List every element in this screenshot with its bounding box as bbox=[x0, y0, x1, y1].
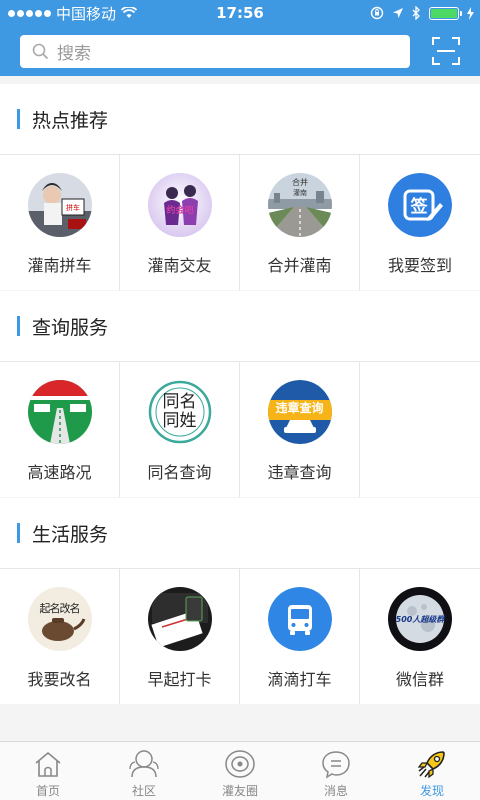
section-title: 生活服务 bbox=[0, 498, 480, 569]
city-road-photo-icon: 合并 灌南 bbox=[267, 173, 332, 237]
grid-item-merge-guannan[interactable]: 合并 灌南 合并灌南 bbox=[240, 155, 360, 290]
grid-item-highway[interactable]: 高速路况 bbox=[0, 362, 120, 497]
search-input[interactable]: 搜索 bbox=[20, 34, 410, 68]
same-name-icon-text: 同名同姓 bbox=[162, 392, 197, 431]
location-icon bbox=[393, 8, 403, 18]
tab-discover[interactable]: 发现 bbox=[384, 742, 480, 800]
tab-messages[interactable]: 消息 bbox=[288, 742, 384, 800]
grid-item-label: 同名查询 bbox=[147, 463, 212, 482]
grid-item-label: 我要改名 bbox=[27, 670, 92, 689]
morning-card-icon bbox=[147, 587, 212, 651]
charging-icon bbox=[467, 6, 474, 20]
community-icon bbox=[129, 750, 159, 778]
carpool-photo-icon: 拼车 bbox=[27, 173, 92, 237]
battery-icon bbox=[429, 6, 462, 20]
traffic-violation-icon: 违章查询 bbox=[267, 380, 332, 444]
section-life-service: 生活服务 起名改名 我要改名 早起打卡 滴滴打车 500人超级群 微信群 bbox=[0, 498, 480, 704]
svg-text:约会吧: 约会吧 bbox=[166, 204, 193, 216]
grid-item-label: 灌南拼车 bbox=[27, 256, 92, 275]
highway-icon bbox=[27, 380, 92, 444]
tab-community[interactable]: 社区 bbox=[96, 742, 192, 800]
scan-icon[interactable] bbox=[432, 37, 460, 65]
grid-item-empty bbox=[360, 362, 480, 497]
grid-item-label: 微信群 bbox=[395, 670, 444, 689]
grid-item-carpool[interactable]: 拼车 灌南拼车 bbox=[0, 155, 120, 290]
tab-label: 发现 bbox=[419, 784, 444, 798]
svg-text:签: 签 bbox=[410, 196, 429, 217]
bluetooth-icon bbox=[412, 6, 420, 20]
checkin-icon: 签 bbox=[388, 173, 452, 237]
tab-label: 首页 bbox=[35, 784, 60, 798]
home-icon bbox=[35, 751, 61, 777]
friends-circle-icon bbox=[225, 750, 255, 778]
same-name-icon: 同名同姓 bbox=[148, 380, 212, 444]
app-header: 中国移动 17:56 搜索 bbox=[0, 0, 480, 76]
status-bar: 中国移动 17:56 bbox=[0, 0, 480, 26]
wechat-group-icon: 500人超级群 bbox=[388, 587, 452, 651]
rotation-lock-icon bbox=[370, 6, 384, 20]
grid-item-label: 合并灌南 bbox=[267, 256, 332, 275]
search-icon bbox=[32, 43, 49, 59]
grid-item-label: 滴滴打车 bbox=[267, 670, 332, 689]
tab-label: 社区 bbox=[131, 784, 156, 798]
tab-label: 灌友圈 bbox=[221, 784, 258, 798]
svg-text:灌南: 灌南 bbox=[293, 188, 307, 197]
tab-home[interactable]: 首页 bbox=[0, 742, 96, 800]
tab-label: 消息 bbox=[323, 784, 348, 798]
section-title: 查询服务 bbox=[0, 291, 480, 362]
grid-item-label: 违章查询 bbox=[267, 463, 332, 482]
violation-icon-text: 违章查询 bbox=[275, 400, 324, 415]
grid-item-wechat-group[interactable]: 500人超级群 微信群 bbox=[360, 569, 480, 704]
grid-item-label: 灌南交友 bbox=[147, 256, 212, 275]
svg-text:合并: 合并 bbox=[292, 177, 308, 187]
grid-item-checkin[interactable]: 签 我要签到 bbox=[360, 155, 480, 290]
svg-text:拼车: 拼车 bbox=[66, 203, 80, 212]
rocket-icon bbox=[417, 751, 445, 779]
grid-item-rename[interactable]: 起名改名 我要改名 bbox=[0, 569, 120, 704]
search-placeholder: 搜索 bbox=[57, 43, 91, 64]
message-icon bbox=[322, 751, 350, 779]
section-hot-recommend: 热点推荐 拼车 灌南拼车 约会吧 灌南交友 合并 灌南 合并灌南 签 我要签到 bbox=[0, 84, 480, 290]
bottom-tab-bar: 首页 社区 灌友圈 消息 发现 bbox=[0, 741, 480, 800]
section-title: 热点推荐 bbox=[0, 84, 480, 155]
taxi-bus-icon bbox=[267, 587, 332, 651]
grid-item-label: 早起打卡 bbox=[147, 670, 212, 689]
tab-friends-circle[interactable]: 灌友圈 bbox=[192, 742, 288, 800]
grid-item-morning-card[interactable]: 早起打卡 bbox=[120, 569, 240, 704]
grid-item-label: 高速路况 bbox=[27, 463, 92, 482]
wechat-group-icon-text: 500人超级群 bbox=[395, 614, 445, 624]
grid-item-same-name[interactable]: 同名同姓 同名查询 bbox=[120, 362, 240, 497]
grid-item-didi-taxi[interactable]: 滴滴打车 bbox=[240, 569, 360, 704]
grid-item-dating[interactable]: 约会吧 灌南交友 bbox=[120, 155, 240, 290]
dating-photo-icon: 约会吧 bbox=[147, 173, 212, 237]
section-query-service: 查询服务 高速路况 同名同姓 同名查询 违章查询 违章查询 bbox=[0, 291, 480, 497]
rename-icon-text: 起名改名 bbox=[39, 602, 81, 615]
grid-item-violation[interactable]: 违章查询 违章查询 bbox=[240, 362, 360, 497]
rename-teapot-icon: 起名改名 bbox=[27, 587, 92, 651]
grid-item-label: 我要签到 bbox=[387, 256, 452, 275]
